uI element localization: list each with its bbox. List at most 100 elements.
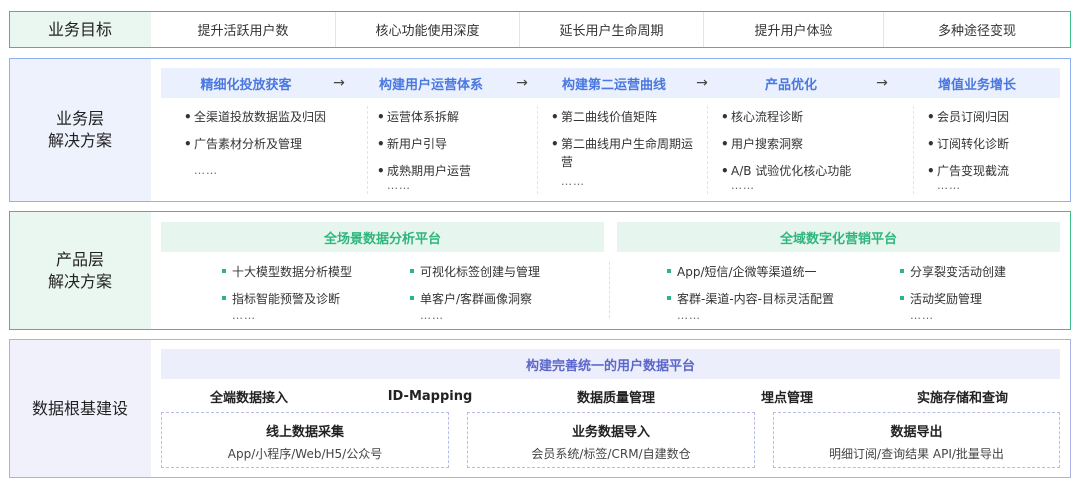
more-ellipsis: …… [677,309,701,322]
list-item: • 核心流程诊断 [721,110,804,124]
step-title-second-curve: 构建第二运营曲线 [561,77,666,93]
step-bullets: • 会员订阅归因 • 订阅转化诊断 • 广告变现截流 …… [927,108,1067,192]
arrow-right-icon: → [876,75,888,91]
foundation-label: 数据根基建设 [31,398,128,418]
more-ellipsis: …… [387,179,411,192]
feature-item: App/短信/企微等渠道统一 [667,262,887,280]
step-title-acquisition: 精细化投放获客 [200,77,292,93]
step-bullets: • 第二曲线价值矩阵 • 第二曲线用户生命周期运营 …… [551,108,701,191]
bullet-square-icon [222,296,226,300]
product-label: 产品层 解决方案 [9,211,151,330]
feature-text: 客群-渠道-内容-目标灵活配置 [677,291,834,306]
goals-label: 业务目标 [47,19,112,39]
arrow-right-icon: → [333,75,345,91]
business-label-line2: 解决方案 [47,131,112,150]
data-export-box: 数据导出 明细订阅/查询结果 API/批量导出 [773,412,1060,468]
capability-label: 数据质量管理 [576,390,655,406]
list-item: • 广告素材分析及管理 [184,137,303,151]
product-label-line2: 解决方案 [47,271,112,291]
step-bullets: • 运营体系拆解 • 新用户引导 • 成熟期用户运营 …… [377,108,527,192]
feature-item: 活动奖励管理 [900,289,1060,307]
feature-item: 客群-渠道-内容-目标灵活配置 [667,289,887,307]
more-ellipsis: …… [937,179,961,192]
feature-text: App/短信/企微等渠道统一 [677,264,817,279]
column-divider [537,106,538,194]
bullet-text: 会员订阅归因 [937,110,1010,124]
capability-label: ID-Mapping [387,388,473,404]
feature-item: 十大模型数据分析模型 [222,262,402,280]
foundation-header: 构建完善统一的用户数据平台 [161,349,1060,379]
capability-label: 埋点管理 [760,390,813,406]
more-ellipsis: …… [232,309,256,322]
arrow-right-icon: → [516,75,528,91]
bullet-text: 核心流程诊断 [731,110,804,124]
step-title-operation-system: 构建用户运营体系 [378,77,483,93]
capability-label: 实施存储和查询 [916,390,1008,406]
business-label-line1: 业务层 [55,109,104,128]
step-bullets: • 全渠道投放数据监及归因 • 广告素材分析及管理 …… [184,108,360,180]
feature-item: 单客户/客群画像洞察 [410,289,600,307]
arrow-right-icon: → [696,75,708,91]
list-item: • 第二曲线价值矩阵 [551,110,658,124]
more-ellipsis: …… [731,179,755,192]
bullet-text: 新用户引导 [387,137,448,151]
bullet-text: 订阅转化诊断 [937,137,1010,151]
goal-item: 提升用户体验 [703,12,883,47]
capability-label: 全端数据接入 [209,390,288,406]
feature-text: 可视化标签创建与管理 [420,264,541,279]
column-divider [707,106,708,194]
column-divider [609,262,610,318]
box-desc: 会员系统/标签/CRM/自建数仓 [531,447,691,461]
list-item: • 全渠道投放数据监及归因 [184,110,327,124]
feature-text: 活动奖励管理 [910,291,983,306]
bullet-text: 用户搜索洞察 [731,137,804,151]
box-title: 业务数据导入 [571,425,650,440]
bullet-text: 第二曲线用户生命周期运营 [561,137,694,169]
feature-item: 指标智能预警及诊断 [222,289,402,307]
step-bullets: • 核心流程诊断 • 用户搜索洞察 • A/B 试验优化核心功能 …… [721,108,907,192]
bullet-text: 第二曲线价值矩阵 [561,110,658,124]
feature-text: 分享裂变活动创建 [910,264,1007,279]
list-item: • 成熟期用户运营 [377,164,472,178]
list-item: • 新用户引导 [377,137,448,151]
bullet-square-icon [410,296,414,300]
list-item: • A/B 试验优化核心功能 [721,164,852,178]
goal-item: 核心功能使用深度 [335,12,519,47]
product-label-line1: 产品层 [55,249,104,269]
more-ellipsis: …… [194,164,218,177]
bullet-text: 广告素材分析及管理 [194,137,303,151]
list-item: • 用户搜索洞察 [721,137,804,151]
bullet-text: 成熟期用户运营 [387,164,472,178]
bullet-square-icon [667,296,671,300]
bullet-square-icon [900,269,904,273]
box-title: 线上数据采集 [265,425,344,440]
list-item: • 会员订阅归因 [927,110,1010,124]
bullet-square-icon [667,269,671,273]
feature-item: 分享裂变活动创建 [900,262,1060,280]
step-title-product-optimization: 产品优化 [764,77,817,93]
data-collection-box: 线上数据采集 App/小程序/Web/H5/公众号 [161,412,449,468]
feature-text: 指标智能预警及诊断 [232,291,341,306]
list-item: • 运营体系拆解 [377,110,460,124]
bullet-text: 广告变现截流 [937,164,1010,178]
bullet-text: A/B 试验优化核心功能 [731,164,852,178]
goal-item: 延长用户生命周期 [519,12,703,47]
goal-item: 提升活跃用户数 [197,24,289,39]
platform-title-marketing: 全域数字化营销平台 [617,222,1060,252]
goal-item: 多种途径变现 [883,12,1070,47]
more-ellipsis: …… [561,175,585,188]
more-ellipsis: …… [420,309,444,322]
list-item: • 广告变现截流 [927,164,1010,178]
more-ellipsis: …… [910,309,934,322]
business-label: 业务层 解决方案 [9,58,151,202]
list-item: • 第二曲线用户生命周期运营 [551,135,701,171]
bullet-square-icon [410,269,414,273]
bullet-text: 全渠道投放数据监及归因 [194,110,327,124]
step-title-value-added: 增值业务增长 [937,77,1016,93]
feature-item: 可视化标签创建与管理 [410,262,600,280]
box-desc: 明细订阅/查询结果 API/批量导出 [829,447,1004,461]
box-title: 数据导出 [890,425,943,440]
bullet-square-icon [222,269,226,273]
column-divider [367,106,368,194]
data-import-box: 业务数据导入 会员系统/标签/CRM/自建数仓 [467,412,755,468]
